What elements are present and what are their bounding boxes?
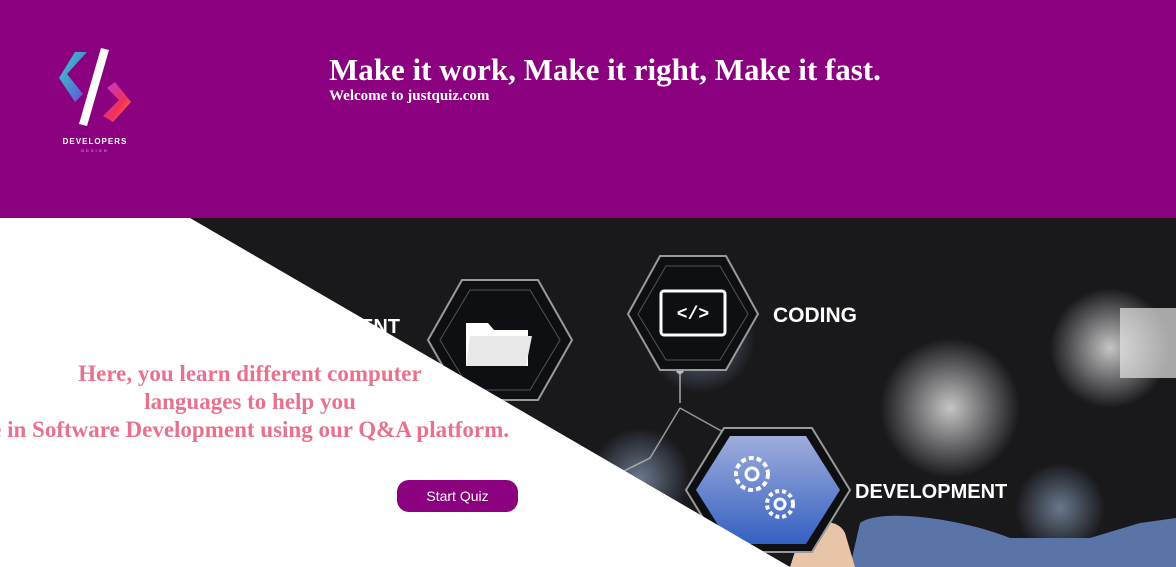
site-header: DEVELOPERS DESIGN Make it work, Make it … xyxy=(0,0,1176,218)
developers-logo[interactable]: DEVELOPERS DESIGN xyxy=(55,44,135,154)
page-headline: Make it work, Make it right, Make it fas… xyxy=(329,52,881,87)
intro-line-1: Here, you learn different computer xyxy=(78,361,422,386)
logo-subtext: DESIGN xyxy=(81,148,109,153)
start-quiz-button[interactable]: Start Quiz xyxy=(397,480,518,512)
svg-text:</>: </> xyxy=(677,305,709,325)
coding-label: CODING xyxy=(773,304,857,327)
development-label: DEVELOPMENT xyxy=(855,481,1007,503)
logo-text: DEVELOPERS xyxy=(62,137,128,146)
developers-logo-icon xyxy=(59,48,131,126)
intro-line-3: ce in Software Development using our Q&A… xyxy=(0,417,510,442)
welcome-text: Welcome to justquiz.com xyxy=(329,88,490,104)
intro-line-2: languages to help you xyxy=(144,389,356,414)
intro-text: Here, you learn different computer langu… xyxy=(0,360,530,444)
